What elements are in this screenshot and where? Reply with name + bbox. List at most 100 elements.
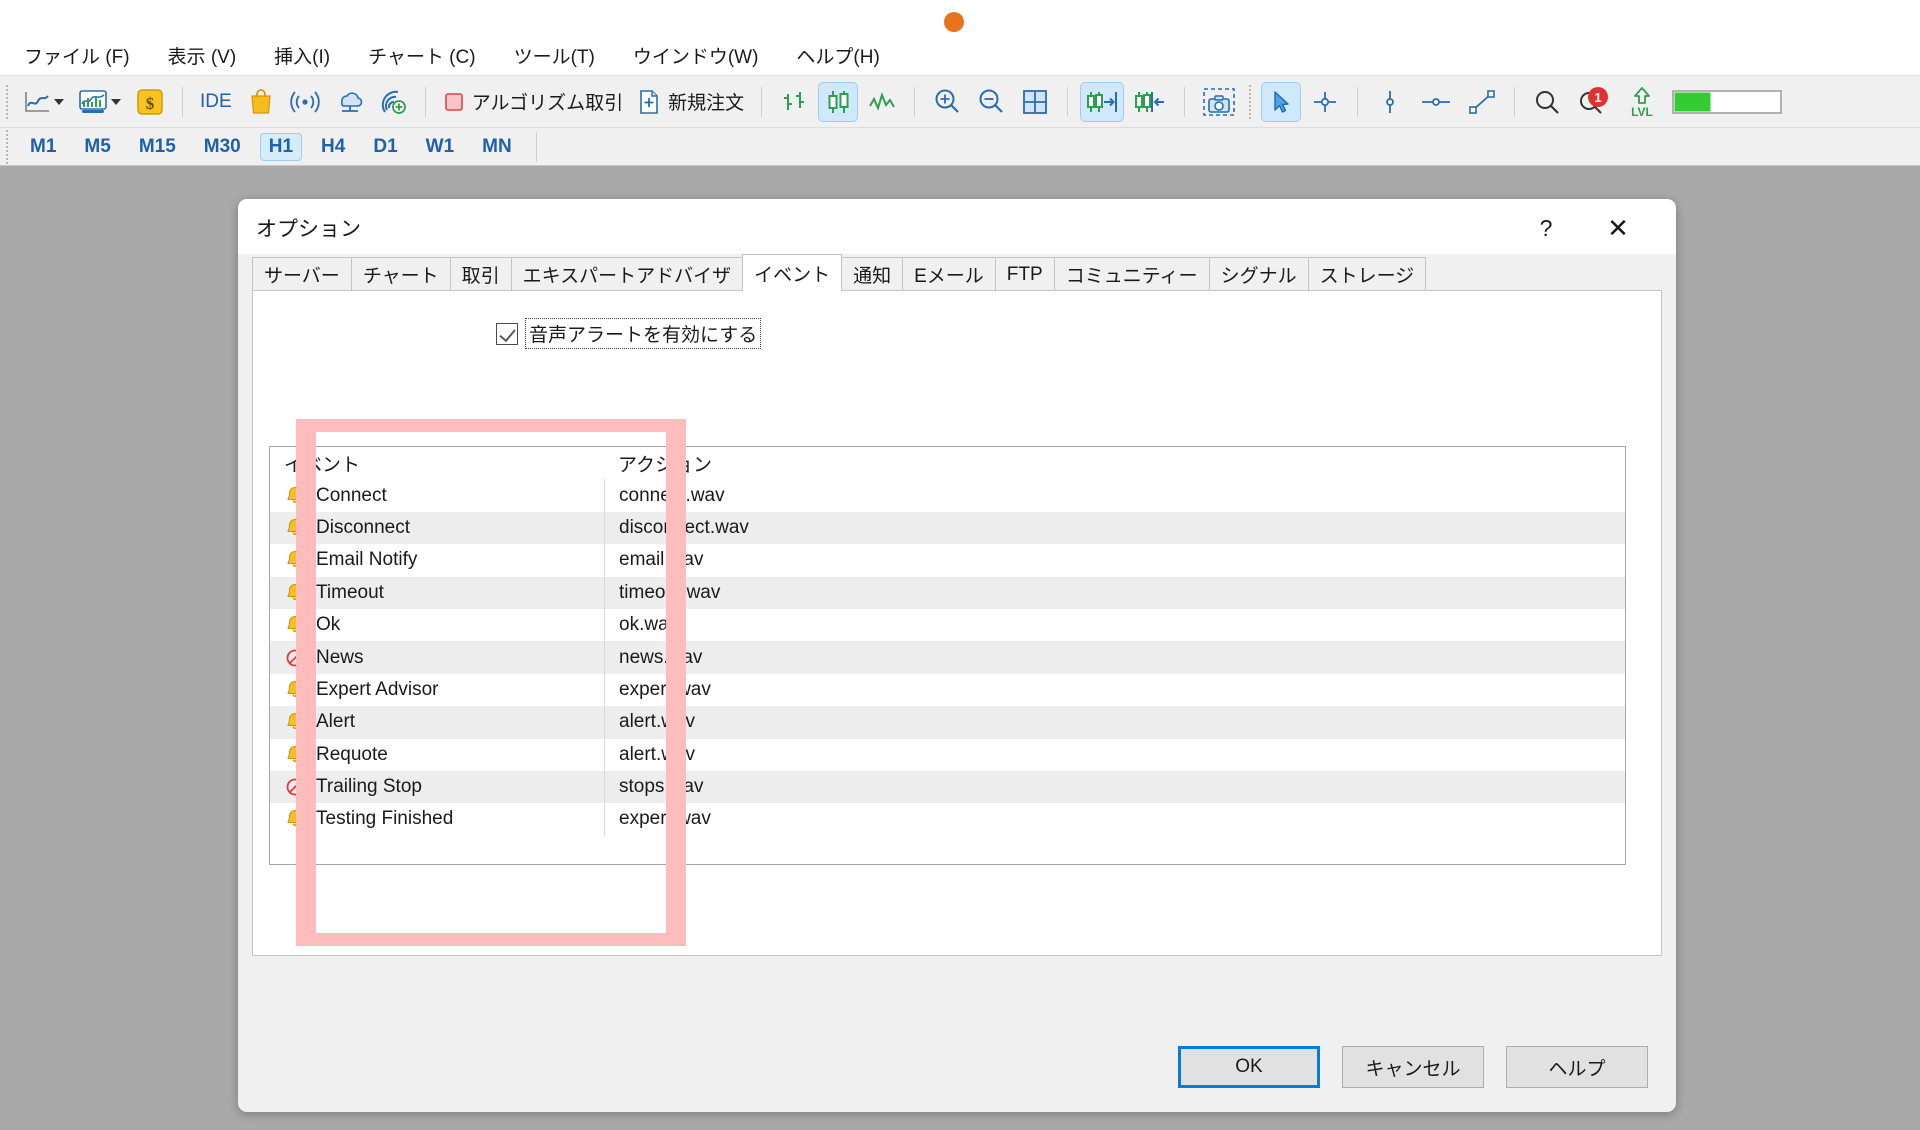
tab-storage[interactable]: ストレージ [1307, 257, 1427, 291]
help-button[interactable]: ヘルプ [1506, 1046, 1648, 1088]
timeframe-toolbar: M1 M5 M15 M30 H1 H4 D1 W1 MN [0, 128, 1920, 166]
table-row[interactable]: Disconnect disconnect.wav [270, 511, 1625, 545]
bell-icon[interactable] [284, 711, 306, 733]
table-row[interactable]: Requote alert.wav [270, 738, 1625, 771]
bell-icon[interactable] [284, 679, 306, 701]
periodbar-drag-handle[interactable] [4, 129, 11, 164]
event-cell: Ok [270, 609, 604, 641]
toolbar-drag-handle[interactable] [4, 84, 11, 119]
table-row[interactable]: Trailing Stop stops.wav [270, 770, 1625, 804]
dialog-titlebar: オプション ? ✕ [238, 199, 1676, 254]
menu-file[interactable]: ファイル (F) [14, 41, 140, 75]
enable-sound-alerts-label: 音声アラートを有効にする [525, 318, 762, 349]
menu-view[interactable]: 表示 (V) [158, 41, 247, 75]
chevron-down-icon[interactable] [111, 98, 121, 105]
signals-button[interactable] [285, 82, 325, 122]
chart-shift-button[interactable] [1128, 82, 1172, 122]
dialog-help-button[interactable]: ? [1524, 209, 1568, 247]
event-cell: Connect [270, 479, 604, 511]
auto-scroll-button[interactable] [1080, 81, 1125, 122]
auto-scroll-icon [1087, 91, 1118, 112]
events-table[interactable]: イベント アクション Connect connect.wav Disconnec… [269, 446, 1626, 865]
vertical-line-button[interactable] [1370, 82, 1410, 122]
checkbox-indicator[interactable] [496, 322, 518, 345]
menu-insert[interactable]: 挿入(I) [264, 41, 340, 75]
timeframe-mn[interactable]: MN [473, 133, 521, 161]
bell-icon[interactable] [284, 517, 306, 539]
new-order-button[interactable]: 新規注文 [632, 82, 749, 122]
horizontal-line-button[interactable] [1414, 82, 1458, 122]
indicators-button[interactable] [73, 82, 126, 122]
event-name: Trailing Stop [316, 776, 422, 798]
tab-server[interactable]: サーバー [252, 257, 352, 291]
menu-window[interactable]: ウインドウ(W) [623, 41, 769, 75]
tab-charts[interactable]: チャート [350, 257, 451, 291]
bell-icon[interactable] [284, 549, 306, 571]
enable-sound-alerts-checkbox[interactable]: 音声アラートを有効にする [496, 318, 762, 349]
zoom-in-button[interactable] [927, 82, 967, 122]
crosshair-tool-button[interactable] [1305, 82, 1345, 122]
timeframe-m1[interactable]: M1 [21, 133, 65, 161]
copy-signal-button[interactable] [373, 82, 413, 122]
table-row[interactable]: Expert Advisor expert.wav [270, 673, 1625, 707]
bar-chart-button[interactable] [774, 82, 814, 122]
tab-notifications[interactable]: 通知 [841, 257, 904, 291]
table-row[interactable]: Alert alert.wav [270, 706, 1625, 739]
bell-icon[interactable] [284, 614, 306, 636]
cancel-button[interactable]: キャンセル [1342, 1046, 1484, 1088]
menu-chart[interactable]: チャート (C) [358, 41, 485, 75]
tab-events[interactable]: イベント [742, 254, 843, 291]
svg-text:$: $ [146, 94, 155, 113]
bell-icon[interactable] [284, 485, 306, 507]
screenshot-button[interactable] [1197, 82, 1241, 122]
progress-bar-icon [1672, 89, 1782, 114]
notifications-button[interactable]: 1 [1571, 82, 1617, 122]
algo-trading-button[interactable]: アルゴリズム取引 [438, 82, 628, 122]
chevron-down-icon[interactable] [54, 98, 64, 105]
search-button[interactable] [1527, 82, 1567, 122]
timeframe-w1[interactable]: W1 [417, 133, 464, 161]
tile-windows-button[interactable] [1015, 82, 1055, 122]
table-row[interactable]: Connect connect.wav [270, 479, 1625, 512]
menu-tools[interactable]: ツール(T) [504, 41, 605, 75]
tab-trade[interactable]: 取引 [449, 257, 512, 291]
table-row[interactable]: News news.wav [270, 641, 1625, 674]
ok-button[interactable]: OK [1178, 1046, 1320, 1088]
dialog-close-button[interactable]: ✕ [1596, 209, 1640, 247]
timeframe-m5[interactable]: M5 [75, 133, 119, 161]
new-chart-button[interactable] [18, 82, 69, 122]
block-icon[interactable] [284, 776, 306, 798]
timeframe-h1[interactable]: H1 [259, 132, 303, 161]
timeframe-h4[interactable]: H4 [312, 133, 354, 161]
tab-ftp[interactable]: FTP [994, 257, 1055, 291]
timeframe-m15[interactable]: M15 [130, 133, 185, 161]
cursor-tool-button[interactable] [1261, 81, 1302, 122]
tab-expert-advisors[interactable]: エキスパートアドバイザ [510, 257, 744, 291]
vps-button[interactable] [329, 82, 369, 122]
table-row[interactable]: Ok ok.wav [270, 608, 1625, 642]
line-chart-button[interactable] [862, 82, 902, 122]
table-row[interactable]: Email Notify email.wav [270, 544, 1625, 577]
trendline-button[interactable] [1462, 82, 1502, 122]
timeframe-m30[interactable]: M30 [195, 133, 250, 161]
tab-community[interactable]: コミュニティー [1053, 257, 1210, 291]
candlestick-chart-button[interactable] [818, 81, 859, 122]
level-button[interactable]: LVL [1621, 82, 1663, 122]
tab-signals[interactable]: シグナル [1208, 257, 1309, 291]
bell-icon[interactable] [284, 808, 306, 830]
stop-square-icon [444, 92, 463, 111]
bell-icon[interactable] [284, 744, 306, 766]
block-icon[interactable] [284, 647, 306, 669]
table-row[interactable]: Timeout timeout.wav [270, 576, 1625, 609]
timeframe-d1[interactable]: D1 [364, 133, 406, 161]
table-row[interactable]: Testing Finished expert.wav [270, 803, 1625, 836]
ide-button[interactable]: IDE [195, 82, 237, 122]
toolbar-drag-handle-2[interactable] [1247, 84, 1255, 119]
market-watch-button[interactable]: $ [130, 82, 170, 122]
menu-help[interactable]: ヘルプ(H) [786, 41, 889, 75]
svg-text:1: 1 [1595, 90, 1602, 105]
tab-email[interactable]: Eメール [902, 257, 996, 291]
market-button[interactable] [241, 82, 281, 122]
bell-icon[interactable] [284, 582, 306, 604]
zoom-out-button[interactable] [971, 82, 1011, 122]
